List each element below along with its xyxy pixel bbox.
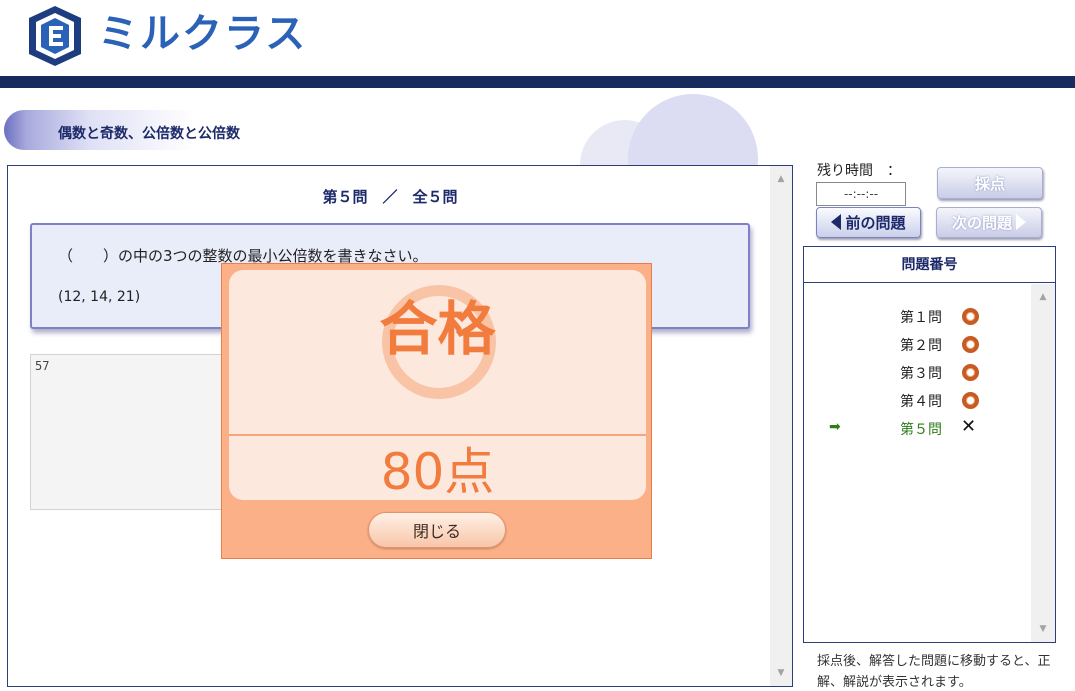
result-divider <box>229 434 646 436</box>
question-numbers: (12, 14, 21) <box>58 289 141 305</box>
incorrect-cross-icon: ✕ <box>961 416 977 437</box>
question-list-label: 第２問 <box>900 338 942 354</box>
page-title: 偶数と奇数、公倍数と公倍数 <box>58 126 240 142</box>
result-label: 合格 <box>379 295 496 363</box>
question-counter: 第５問 ／ 全５問 <box>322 188 458 206</box>
question-list-item[interactable]: 第１問 <box>804 305 1032 327</box>
question-list-item[interactable]: 第３問 <box>804 361 1032 383</box>
result-score: 80点 <box>380 443 495 500</box>
correct-circle-icon <box>962 336 979 353</box>
question-list-item-current[interactable]: ➡ 第５問 ✕ <box>804 416 1032 439</box>
result-dialog: 合格 80点 閉じる <box>221 263 652 559</box>
close-button[interactable]: 閉じる <box>368 512 506 548</box>
triangle-left-icon <box>831 214 842 230</box>
question-list-scrollbar[interactable]: ▲ ▼ <box>1031 284 1055 642</box>
triangle-right-icon <box>1016 214 1026 230</box>
question-list-item[interactable]: 第４問 <box>804 389 1032 411</box>
grading-note: 採点後、解答した問題に移動すると、正解、解説が表示されます。 <box>817 654 1051 690</box>
prev-question-button[interactable]: 前の問題 <box>816 207 921 238</box>
header-divider <box>0 76 1075 88</box>
result-card: 合格 80点 <box>229 270 646 500</box>
next-question-button[interactable]: 次の問題 <box>936 207 1042 238</box>
question-list-label: 第３問 <box>900 366 942 382</box>
scroll-up-icon[interactable]: ▲ <box>1031 292 1055 302</box>
correct-circle-icon <box>962 392 979 409</box>
next-question-label: 次の問題 <box>951 215 1012 232</box>
logo-icon <box>29 6 81 66</box>
scroll-down-icon[interactable]: ▼ <box>1031 624 1055 634</box>
site-header: ミルクラス <box>0 0 1075 76</box>
prev-question-label: 前の問題 <box>845 215 906 232</box>
remaining-time-label: 残り時間 ： <box>817 163 901 179</box>
logo-text: ミルクラス <box>98 11 308 57</box>
question-panel-scrollbar[interactable]: ▲ ▼ <box>770 166 792 686</box>
question-list-label: 第１問 <box>900 310 942 326</box>
grade-button[interactable]: 採点 <box>937 167 1043 199</box>
question-list-item[interactable]: 第２問 <box>804 333 1032 355</box>
question-list-panel: 問題番号 第１問 第２問 第３問 第４問 ➡ 第５問 ✕ ▲ ▼ <box>803 246 1056 643</box>
correct-circle-icon <box>962 308 979 325</box>
scroll-up-icon[interactable]: ▲ <box>770 174 792 184</box>
question-list-label: 第４問 <box>900 394 942 410</box>
arrow-right-icon: ➡ <box>829 419 841 435</box>
correct-circle-icon <box>962 364 979 381</box>
question-list-label: 第５問 <box>900 422 942 438</box>
remaining-time-field <box>816 182 906 206</box>
scroll-down-icon[interactable]: ▼ <box>770 668 792 678</box>
question-list-header: 問題番号 <box>804 247 1055 283</box>
